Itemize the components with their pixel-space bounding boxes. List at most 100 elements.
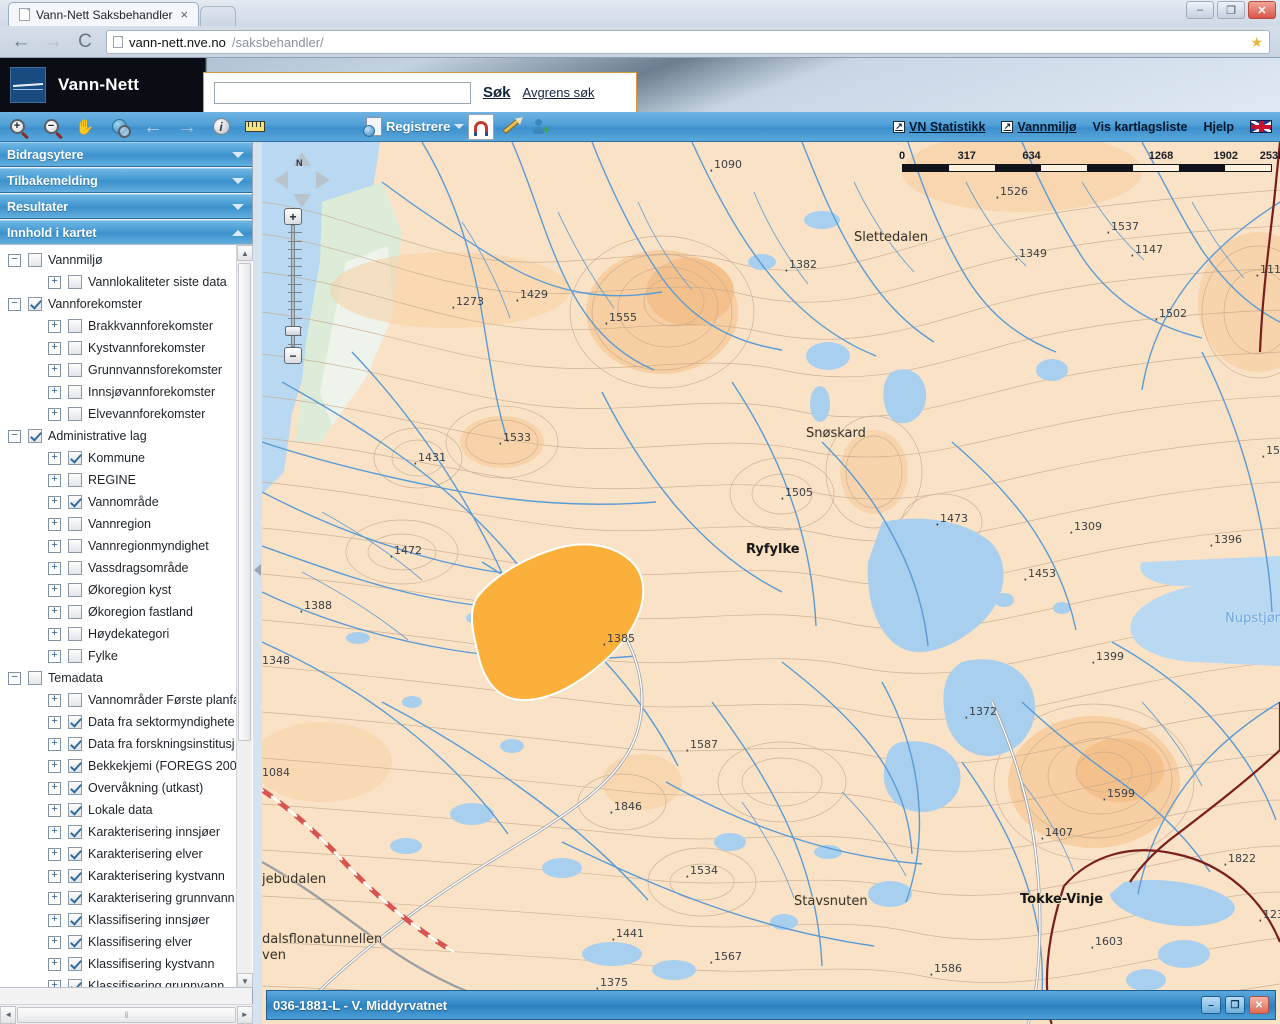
layer-checkbox[interactable]	[68, 473, 82, 487]
layer-checkbox[interactable]	[68, 517, 82, 531]
close-button[interactable]: ✕	[1248, 1, 1276, 19]
tree-node[interactable]: + Fylke	[6, 645, 236, 667]
expand-icon[interactable]: +	[48, 495, 61, 509]
panel-resultater[interactable]: Resultater	[0, 194, 252, 219]
scroll-down-arrow[interactable]: ▼	[237, 973, 253, 987]
expand-icon[interactable]: +	[48, 715, 61, 729]
status-close-button[interactable]: ✕	[1249, 996, 1269, 1014]
layer-checkbox[interactable]	[68, 341, 82, 355]
pan-south-icon[interactable]	[293, 194, 311, 208]
tree-node[interactable]: + Vannområder Første planfa	[6, 689, 236, 711]
map-view[interactable]: Slettedalen Snøskard Ryfylke Tokke-Vinje Sta…	[262, 142, 1280, 1024]
tree-node[interactable]: + Innsjøvannforekomster	[6, 381, 236, 403]
expand-icon[interactable]: +	[48, 891, 61, 905]
document-icon[interactable]	[363, 117, 382, 137]
expand-icon[interactable]: +	[48, 605, 61, 619]
layer-checkbox[interactable]	[68, 451, 82, 465]
tree-node[interactable]: − Administrative lag	[6, 425, 236, 447]
tree-node[interactable]: + Høydekategori	[6, 623, 236, 645]
expand-icon[interactable]: +	[48, 737, 61, 751]
sidebar-horizontal-scrollbar[interactable]: ◄ ‖ ►	[0, 1004, 253, 1024]
expand-icon[interactable]: +	[48, 957, 61, 971]
expand-icon[interactable]: +	[48, 935, 61, 949]
tree-node[interactable]: + Overvåkning (utkast)	[6, 777, 236, 799]
search-input[interactable]	[214, 81, 471, 104]
tree-node[interactable]: + Elvevannforekomster	[6, 403, 236, 425]
layer-checkbox[interactable]	[68, 627, 82, 641]
pan-west-icon[interactable]	[274, 171, 288, 189]
layer-checkbox[interactable]	[68, 847, 82, 861]
chevron-down-icon[interactable]	[454, 124, 465, 129]
layer-checkbox[interactable]	[68, 737, 82, 751]
tree-node[interactable]: + Lokale data	[6, 799, 236, 821]
zoom-out-icon[interactable]: −	[34, 112, 68, 142]
pan-east-icon[interactable]	[316, 171, 330, 189]
layer-checkbox[interactable]	[28, 429, 42, 443]
layer-checkbox[interactable]	[68, 649, 82, 663]
tree-node[interactable]: + Karakterisering kystvann	[6, 865, 236, 887]
layer-checkbox[interactable]	[68, 825, 82, 839]
layer-checkbox[interactable]	[68, 891, 82, 905]
collapse-icon[interactable]: −	[8, 253, 21, 267]
tree-node[interactable]: + Klassifisering grunnvann	[6, 975, 236, 987]
vannmiljo-link[interactable]: ↗ Vannmiljø	[1001, 120, 1076, 134]
tree-node[interactable]: − Vannmiljø	[6, 249, 236, 271]
tree-node[interactable]: + Vannlokaliteter siste data	[6, 271, 236, 293]
tree-node[interactable]: + REGINE	[6, 469, 236, 491]
zoom-in-icon[interactable]: +	[0, 112, 34, 142]
expand-icon[interactable]: +	[48, 847, 61, 861]
expand-icon[interactable]: +	[48, 275, 61, 289]
vn-statistikk-link[interactable]: ↗ VN Statistikk	[893, 120, 985, 134]
tree-node[interactable]: + Vannregion	[6, 513, 236, 535]
layer-checkbox[interactable]	[68, 539, 82, 553]
layer-checkbox[interactable]	[68, 275, 82, 289]
measure-ruler-icon[interactable]	[238, 112, 272, 142]
expand-icon[interactable]: +	[48, 319, 61, 333]
chevron-down-icon[interactable]	[232, 177, 244, 184]
tree-node[interactable]: + Vannregionmyndighet	[6, 535, 236, 557]
expand-icon[interactable]: +	[48, 363, 61, 377]
tree-node[interactable]: + Kommune	[6, 447, 236, 469]
expand-icon[interactable]: +	[48, 627, 61, 641]
layer-checkbox[interactable]	[68, 781, 82, 795]
tree-node[interactable]: − Temadata	[6, 667, 236, 689]
layer-checkbox[interactable]	[68, 561, 82, 575]
zoom-slider[interactable]: + −	[284, 208, 302, 364]
layer-checkbox[interactable]	[68, 869, 82, 883]
show-layer-list-button[interactable]: Vis kartlagsliste	[1092, 120, 1187, 134]
expand-icon[interactable]: +	[48, 693, 61, 707]
restore-button[interactable]: ❐	[1217, 1, 1245, 19]
scroll-up-arrow[interactable]: ▲	[237, 245, 253, 261]
expand-icon[interactable]: +	[48, 583, 61, 597]
layer-checkbox[interactable]	[28, 671, 42, 685]
expand-icon[interactable]: +	[48, 759, 61, 773]
expand-icon[interactable]: +	[48, 517, 61, 531]
hscroll-left-arrow[interactable]: ◄	[0, 1005, 17, 1024]
hscroll-right-arrow[interactable]: ►	[236, 1005, 253, 1024]
layer-checkbox[interactable]	[28, 297, 42, 311]
refine-search-link[interactable]: Avgrens søk	[523, 85, 595, 100]
expand-icon[interactable]: +	[48, 781, 61, 795]
collapse-icon[interactable]: −	[8, 671, 21, 685]
next-extent-icon[interactable]: →	[170, 112, 204, 142]
tree-node[interactable]: + Vassdragsområde	[6, 557, 236, 579]
back-icon[interactable]: ←	[10, 31, 32, 53]
layer-checkbox[interactable]	[68, 605, 82, 619]
layer-checkbox[interactable]	[68, 979, 82, 987]
expand-icon[interactable]: +	[48, 451, 61, 465]
tree-node[interactable]: + Kystvannforekomster	[6, 337, 236, 359]
layer-checkbox[interactable]	[68, 935, 82, 949]
expand-icon[interactable]: +	[48, 869, 61, 883]
zoom-full-extent-icon[interactable]	[102, 112, 136, 142]
expand-icon[interactable]: +	[48, 979, 61, 987]
close-icon[interactable]: ×	[179, 7, 191, 22]
tree-node[interactable]: + Karakterisering grunnvann	[6, 887, 236, 909]
tree-node[interactable]: + Klassifisering kystvann	[6, 953, 236, 975]
panel-innhold-i-kartet[interactable]: Innhold i kartet	[0, 220, 252, 245]
expand-icon[interactable]: +	[48, 341, 61, 355]
address-bar[interactable]: vann-nett.nve.no/saksbehandler/ ★	[106, 30, 1270, 54]
identify-info-icon[interactable]: i	[204, 112, 238, 142]
expand-icon[interactable]: +	[48, 473, 61, 487]
browser-tab[interactable]: Vann-Nett Saksbehandler ×	[8, 2, 200, 26]
minimize-button[interactable]: –	[1186, 1, 1214, 19]
